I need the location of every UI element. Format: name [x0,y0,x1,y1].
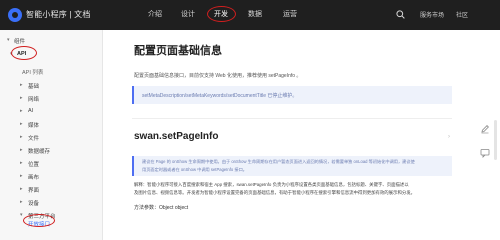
chevron-right-icon: ▸ [20,147,23,153]
edit-icon[interactable] [480,124,490,134]
sidebar-item-label: 画布 [28,175,40,181]
sidebar-item-label: API 列表 [22,70,44,76]
sidebar-item-label: 设备 [28,201,40,207]
divider [132,118,452,119]
usage-note-line: 用页面定时器或者在 onShow 中调用 setPageInfo 接口。 [142,167,247,172]
sidebar-item-interface[interactable]: ▸ 界面 [0,183,103,196]
usage-note-line: 建议在 Page 的 onShow 生命周期中使用。由于 onShow 生命周期… [142,159,415,164]
sidebar-item-ai[interactable]: ▸ AI [0,105,103,118]
sidebar-item-label: AI [28,108,34,114]
nav-intro[interactable]: 介绍 [148,9,162,19]
brand-title[interactable]: 智能小程序 | 文档 [26,9,91,20]
chevron-right-icon: ▸ [20,95,23,101]
sidebar-item-label: 位置 [28,162,40,168]
chevron-right-icon: ▸ [20,199,23,205]
search-icon[interactable] [396,10,405,19]
nav-data[interactable]: 数据 [248,9,262,19]
swan-logo-icon[interactable] [8,8,22,22]
sidebar-api-highlight [11,46,37,60]
sidebar-item-label: 网络 [28,97,40,103]
top-navigation-bar: 智能小程序 | 文档 介绍 设计 开发 数据 运营 服务市场 社区 [0,0,500,30]
sidebar-item-network[interactable]: ▸ 网络 [0,92,103,105]
chevron-right-icon: ▸ [20,186,23,192]
feedback-icon[interactable] [480,148,490,158]
sidebar-item-file[interactable]: ▸ 文件 [0,131,103,144]
deprecation-note: setMetaDescription/setMetaKeywords/setDo… [132,86,452,104]
sidebar-item-device[interactable]: ▸ 设备 [0,196,103,209]
chevron-right-icon: ▸ [20,134,23,140]
sidebar-item-label: 基础 [28,84,40,90]
page-title: 配置页面基础信息 [134,45,222,57]
nav-design[interactable]: 设计 [181,9,195,19]
section-title: swan.setPageInfo [134,131,219,142]
method-parameters: 方法参数：Object object [134,205,189,211]
sidebar-item-media[interactable]: ▸ 媒体 [0,118,103,131]
nav-operation[interactable]: 运营 [283,9,297,19]
sidebar-item-label: 文件 [28,136,40,142]
sidebar-item-basic[interactable]: ▸ 基础 [0,79,103,92]
sidebar-item-label: 媒体 [28,123,40,129]
sidebar-item-components[interactable]: ▾ 组件 [0,34,103,47]
deprecation-note-text: setMetaDescription/setMetaKeywords/setDo… [142,93,298,99]
chevron-right-icon[interactable]: › [448,134,450,140]
sidebar-item-location[interactable]: ▸ 位置 [0,157,103,170]
sidebar-item-label: 界面 [28,188,40,194]
sidebar-item-label: 数据缓存 [28,149,51,155]
sidebar-item-label: 组件 [14,39,26,45]
chevron-right-icon: ▸ [20,173,23,179]
chevron-right-icon: ▸ [20,160,23,166]
intro-text: 配置页面基础信息接口，目前仅支持 Web 化使用，推荐使用 setPageInf… [134,73,302,79]
nav-develop-highlight [207,6,236,22]
usage-note: 建议在 Page 的 onShow 生命周期中使用。由于 onShow 生命周期… [132,156,452,176]
sidebar: ▾ 组件 ▾ API API 列表 ▸ 基础 ▸ 网络 ▸ AI ▸ 媒体 ▸ … [0,30,103,240]
community-link[interactable]: 社区 [456,10,468,19]
chevron-down-icon: ▾ [7,37,10,43]
docs-window: 智能小程序 | 文档 介绍 设计 开发 数据 运营 服务市场 社区 ▾ 组件 ▾… [0,0,500,240]
sidebar-item-storage[interactable]: ▸ 数据缓存 [0,144,103,157]
chevron-right-icon: ▸ [20,82,23,88]
description-line: 解释：智能小程序可接入百度搜索和宿主 App 搜索，swan.setPageIn… [134,182,409,187]
scrollbar-thumb[interactable] [494,120,497,160]
sidebar-open-api-highlight [23,214,55,227]
chevron-right-icon: ▸ [20,121,23,127]
sidebar-item-canvas[interactable]: ▸ 画布 [0,170,103,183]
description-line: 及图片信息、视频信息等。开发者为智能小程序设置完备的页面基础信息，有助于智能小程… [134,190,416,195]
main-content: 配置页面基础信息 配置页面基础信息接口，目前仅支持 Web 化使用，推荐使用 s… [104,30,470,240]
chevron-right-icon: ▸ [20,108,23,114]
service-market-link[interactable]: 服务市场 [420,10,444,19]
sidebar-item-api-list[interactable]: API 列表 [0,65,103,78]
